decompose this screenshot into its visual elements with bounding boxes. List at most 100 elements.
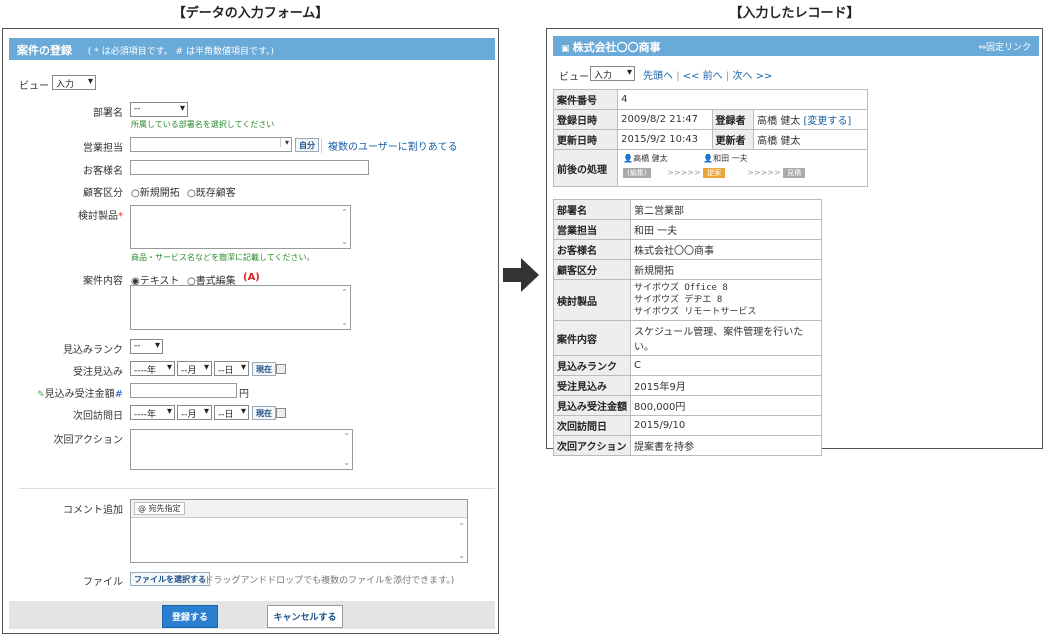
expected-order-checkbox[interactable] [276,364,286,374]
table-row: 次回アクション 提案書を持参 [553,435,822,456]
form-footer [9,601,495,629]
table-row: 営業担当 和田 一夫 [553,219,822,240]
view-label: ビュー [19,81,49,92]
table-row: 前後の処理 👤高橋 健太 👤和田 一夫 (編集) >>>>> 提案 >>>>> … [552,149,868,187]
sales-rep-dropdown-icon[interactable]: ▾ [279,138,289,147]
form-divider [19,488,495,489]
field-label: 部署名 [553,199,631,220]
scroll-up-icon[interactable]: ⌃ [458,522,465,531]
table-row: 登録日時 2009/8/2 21:47 登録者 高橋 健太 [変更する] [552,109,868,130]
updater-value: 高橋 健太 [753,129,868,150]
record-fields-table: 部署名 第二営業部 営業担当 和田 一夫 お客様名 株式会社〇〇商事 顧客区分 新規開拓… [553,199,822,456]
table-row: 次回訪問日 2015/9/10 [553,415,822,436]
recipient-button[interactable]: @ 宛先指定 [134,502,185,515]
flow-arrows: >>>>> [667,168,701,177]
expected-order-day[interactable]: --日 [214,361,249,376]
form-title: 案件の登録 [17,44,72,57]
table-row: お客様名 株式会社〇〇商事 [553,239,822,260]
radio-new-customer[interactable]: ○新規開拓 [131,184,180,199]
process-flow: 👤高橋 健太 👤和田 一夫 (編集) >>>>> 提案 >>>>> 見積 [617,149,868,187]
field-value: 2015/9/10 [630,415,822,436]
format-icon[interactable]: (A) [243,272,260,283]
radio-existing-customer[interactable]: ○既存顧客 [187,184,236,199]
rank-select[interactable]: -- [130,339,163,354]
scroll-up-icon[interactable]: ⌃ [343,432,350,441]
nav-next-link[interactable]: 次へ >> [732,71,772,82]
creator-label: 登録者 [711,109,755,130]
record-view-select[interactable]: 入力 [590,66,635,81]
department-hint: 所属している部署名を選択してください [131,120,275,129]
field-value: 提案書を持参 [630,435,822,456]
file-label: ファイル [83,577,123,588]
scroll-down-icon[interactable]: ⌄ [458,551,465,560]
scroll-up-icon[interactable]: ⌃ [341,208,348,217]
content-textarea[interactable]: ⌃ ⌄ [130,285,351,330]
field-label: 顧客区分 [553,259,631,280]
scroll-down-icon[interactable]: ⌄ [341,318,348,327]
expected-order-month[interactable]: --月 [177,361,212,376]
number-value: 4 [617,89,868,110]
table-row: 顧客区分 新規開拓 [553,259,822,280]
comment-toolbar: @ 宛先指定 [131,500,467,518]
nav-prev-link[interactable]: << 前へ [683,71,723,82]
assign-multiple-users-link[interactable]: 複数のユーザーに割りあてる [321,138,458,153]
amount-input[interactable] [130,383,237,398]
field-value: 2015年9月 [630,375,822,396]
change-link[interactable]: [変更する] [804,116,852,127]
table-row: 案件内容 スケジュール管理、案件管理を行いたい。 [553,320,822,356]
process-user1: 👤高橋 健太 [623,154,668,163]
sales-rep-label: 営業担当 [83,143,123,154]
next-visit-now-button[interactable]: 現在 [252,406,276,420]
products-textarea[interactable]: ⌃ ⌄ [130,205,351,249]
field-label: 案件内容 [553,320,631,356]
user-icon: 👤 [623,154,634,163]
field-value: 第二営業部 [630,199,822,220]
view-select[interactable]: 入力 [52,75,96,90]
next-visit-month[interactable]: --月 [177,405,212,420]
nav-first-link[interactable]: 先頭へ [643,71,673,82]
next-visit-checkbox[interactable] [276,408,286,418]
customer-type-label: 顧客区分 [83,188,123,199]
field-value: C [630,355,822,376]
record-nav: 先頭へ | << 前へ | 次へ >> [643,71,773,82]
submit-button[interactable]: 登録する [162,605,218,628]
permalink[interactable]: ⇔固定リンク [978,40,1031,53]
step-quote-badge: 見積 [783,168,806,178]
form-heading: 【データの入力フォーム】 [172,6,329,21]
field-label: お客様名 [553,239,631,260]
scroll-down-icon[interactable]: ⌄ [341,237,348,246]
record-title: 株式会社〇〇商事 [572,41,661,54]
scroll-up-icon[interactable]: ⌃ [341,288,348,297]
scroll-down-icon[interactable]: ⌄ [343,458,350,467]
updater-label: 更新者 [711,129,755,150]
document-icon: ▣ [561,44,573,54]
table-row: 見込みランク C [553,355,822,376]
expected-order-year[interactable]: ----年 [130,361,175,376]
self-button[interactable]: 自分 [295,138,319,152]
record-view-label: ビュー [559,72,589,83]
next-visit-day[interactable]: --日 [214,405,249,420]
sales-rep-input[interactable]: ▾ [130,137,292,152]
next-action-textarea[interactable]: ⌃ ⌄ [130,429,353,470]
product-line: サイボウズ デヂエ 8 [634,295,723,305]
field-label: 営業担当 [553,219,631,240]
comment-textarea[interactable]: @ 宛先指定 ⌃ ⌄ [130,499,468,563]
table-row: 検討製品 サイボウズ Office 8 サイボウズ デヂエ 8 サイボウズ リモ… [553,279,822,321]
next-visit-year[interactable]: ----年 [130,405,175,420]
created-label: 登録日時 [552,109,619,130]
expected-order-now-button[interactable]: 現在 [252,362,276,376]
content-label: 案件内容 [83,276,123,287]
table-row: 更新日時 2015/9/2 10:43 更新者 高橋 健太 [552,129,868,150]
customer-input[interactable] [130,160,369,175]
department-select[interactable]: -- [130,102,188,117]
required-mark: * [118,211,123,222]
arrow-right-icon [503,258,539,292]
select-file-button[interactable]: ファイルを選択する [130,572,210,586]
cancel-button[interactable]: キャンセルする [267,605,343,628]
process-label: 前後の処理 [552,149,619,187]
form-required-note: ( * は必須項目です。 # は半角数値項目です。) [87,47,275,57]
field-value: 800,000円 [630,395,822,416]
next-visit-label: 次回訪問日 [73,411,123,422]
field-label: 次回アクション [553,435,631,456]
field-value: 和田 一夫 [630,219,822,240]
